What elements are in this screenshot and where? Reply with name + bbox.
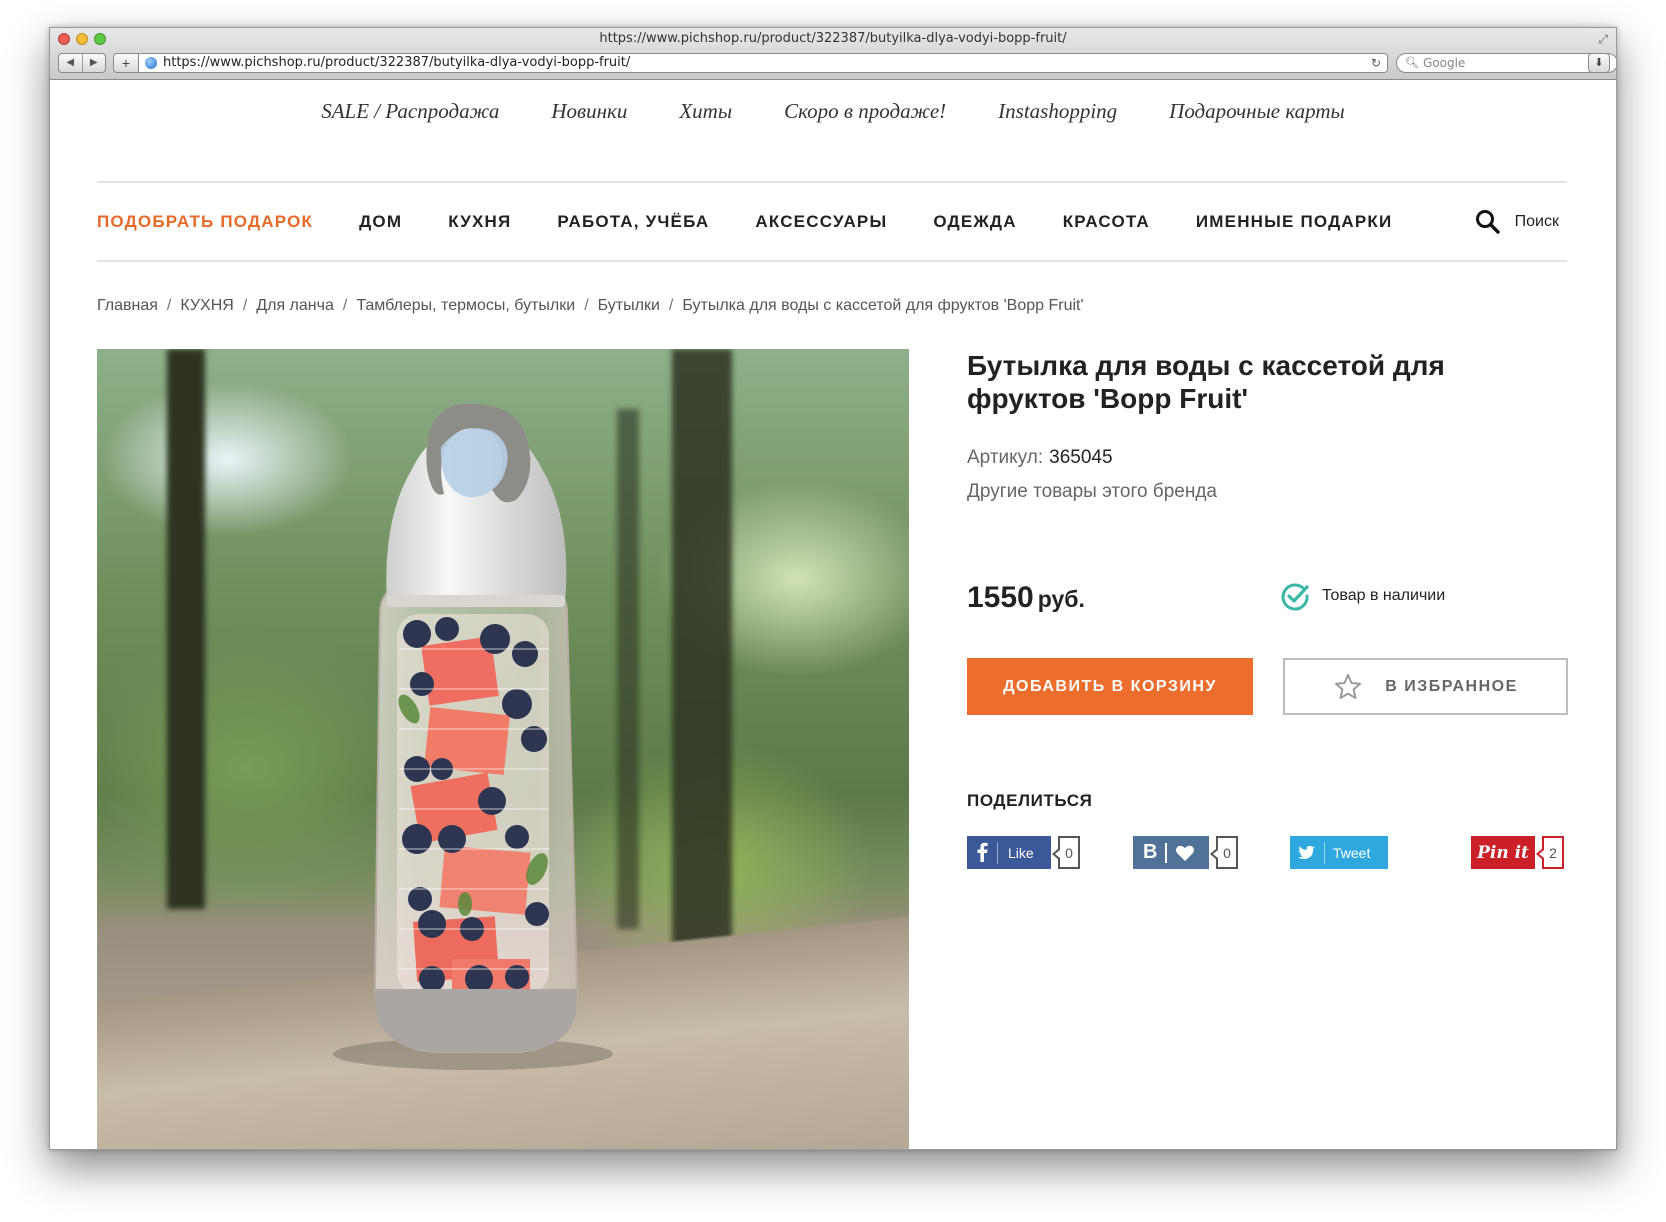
vk-icon: В <box>1143 841 1158 863</box>
breadcrumb-lunch[interactable]: Для ланча <box>256 297 334 314</box>
close-button[interactable] <box>58 33 70 45</box>
window-title: https://www.pichshop.ru/product/322387/b… <box>599 31 1067 46</box>
breadcrumb-kitchen[interactable]: КУХНЯ <box>180 297 233 314</box>
site-search[interactable]: Поиск <box>1475 184 1559 260</box>
facebook-like-count: 0 <box>1052 836 1080 869</box>
address-bar[interactable]: https://www.pichshop.ru/product/322387/b… <box>139 53 1388 73</box>
favorites-label: В ИЗБРАННОЕ <box>1385 677 1518 695</box>
breadcrumb-home[interactable]: Главная <box>97 297 158 314</box>
breadcrumb: Главная / КУХНЯ / Для ланча / Тамблеры, термос… <box>97 297 1084 314</box>
breadcrumb-current: Бутылка для воды с кассетой для фруктов … <box>682 297 1084 314</box>
stock-text: Товар в наличии <box>1322 587 1446 604</box>
add-to-favorites-button[interactable]: В ИЗБРАННОЕ <box>1283 658 1568 715</box>
browser-toolbar: ◀ ▶ + https://www.pichshop.ru/product/32… <box>50 51 1616 78</box>
download-icon[interactable]: ⬇ <box>1588 53 1610 73</box>
breadcrumb-tumblers[interactable]: Тамблеры, термосы, бутылки <box>356 297 575 314</box>
reload-icon[interactable]: ↻ <box>1371 54 1381 72</box>
twitter-tweet-widget[interactable]: Tweet <box>1290 836 1388 869</box>
product-sku: Артикул: 365045 <box>967 447 1113 469</box>
brand-link[interactable]: Другие товары этого бренда <box>967 481 1217 503</box>
vk-like-button[interactable]: В <box>1133 836 1209 869</box>
share-heading: ПОДЕЛИТЬСЯ <box>967 791 1093 810</box>
sku-label: Артикул: <box>967 447 1044 468</box>
product-photo[interactable] <box>97 349 909 1149</box>
topnav-gift-cards[interactable]: Подарочные карты <box>1169 99 1345 124</box>
water-bottle-illustration <box>333 403 613 1070</box>
top-navigation: SALE / Распродажа Новинки Хиты Скоро в п… <box>50 99 1616 124</box>
globe-icon <box>145 57 157 69</box>
topnav-hits[interactable]: Хиты <box>679 99 732 124</box>
browser-window: https://www.pichshop.ru/product/322387/b… <box>49 27 1617 1150</box>
star-icon <box>1335 673 1362 699</box>
product-title: Бутылка для воды с кассетой для фруктов … <box>967 350 1445 414</box>
pin-it-button[interactable]: Pin it <box>1471 836 1535 869</box>
browser-chrome: https://www.pichshop.ru/product/322387/b… <box>50 28 1616 80</box>
nav-pick-gift[interactable]: ПОДОБРАТЬ ПОДАРОК <box>97 212 313 232</box>
nav-work-study[interactable]: РАБОТА, УЧЁБА <box>557 212 709 232</box>
zoom-button[interactable] <box>94 33 106 45</box>
facebook-like-widget[interactable]: Like 0 <box>967 836 1080 869</box>
facebook-like-label: Like <box>1008 844 1034 861</box>
facebook-like-button[interactable]: Like <box>967 836 1051 869</box>
fullscreen-icon[interactable]: ⤢ <box>1598 32 1608 47</box>
nav-kitchen[interactable]: КУХНЯ <box>448 212 511 232</box>
price-value: 1550 <box>967 581 1034 614</box>
topnav-new[interactable]: Новинки <box>551 99 627 124</box>
vk-like-count: 0 <box>1210 836 1238 869</box>
divider <box>97 260 1567 262</box>
sku-value: 365045 <box>1049 447 1113 468</box>
window-controls <box>58 33 106 45</box>
search-label[interactable]: Поиск <box>1515 213 1559 231</box>
tweet-label: Tweet <box>1333 844 1371 861</box>
stock-status: Товар в наличии <box>1280 581 1445 611</box>
search-icon: 🔍︎ <box>1405 56 1419 69</box>
back-icon[interactable]: ◀ <box>59 54 82 72</box>
facebook-icon <box>977 842 988 862</box>
vk-like-widget[interactable]: В 0 <box>1133 836 1238 869</box>
history-buttons: ◀ ▶ <box>58 53 106 73</box>
tweet-button[interactable]: Tweet <box>1290 836 1388 869</box>
breadcrumb-bottles[interactable]: Бутылки <box>598 297 660 314</box>
nav-accessories[interactable]: АКСЕССУАРЫ <box>755 212 887 232</box>
nav-clothing[interactable]: ОДЕЖДА <box>933 212 1016 232</box>
heart-icon <box>1176 845 1195 861</box>
address-text: https://www.pichshop.ru/product/322387/b… <box>163 55 631 70</box>
forward-icon[interactable]: ▶ <box>81 54 106 72</box>
add-to-cart-button[interactable]: ДОБАВИТЬ В КОРЗИНУ <box>967 658 1253 715</box>
topnav-coming-soon[interactable]: Скоро в продаже! <box>784 99 946 124</box>
plus-icon[interactable]: + <box>113 53 139 73</box>
check-circle-icon <box>1281 583 1309 611</box>
pinterest-count: 2 <box>1536 836 1564 869</box>
minimize-button[interactable] <box>76 33 88 45</box>
twitter-icon <box>1298 845 1315 859</box>
topnav-sale[interactable]: SALE / Распродажа <box>321 99 499 124</box>
nav-beauty[interactable]: КРАСОТА <box>1063 212 1150 232</box>
browser-search-field[interactable]: 🔍︎ Google <box>1396 53 1616 73</box>
divider <box>97 181 1567 183</box>
pinterest-widget[interactable]: Pin it 2 <box>1471 836 1564 869</box>
product-price: 1550 руб. <box>967 581 1085 615</box>
search-icon[interactable] <box>1475 209 1501 235</box>
web-page: SALE / Распродажа Новинки Хиты Скоро в п… <box>50 81 1616 1149</box>
price-currency: руб. <box>1037 586 1085 612</box>
topnav-instashopping[interactable]: Instashopping <box>998 99 1117 124</box>
main-navigation: ПОДОБРАТЬ ПОДАРОК ДОМ КУХНЯ РАБОТА, УЧЁБ… <box>97 184 1567 260</box>
nav-personalized[interactable]: ИМЕННЫЕ ПОДАРКИ <box>1196 212 1393 232</box>
nav-home[interactable]: ДОМ <box>359 212 402 232</box>
search-placeholder: Google <box>1423 56 1466 70</box>
